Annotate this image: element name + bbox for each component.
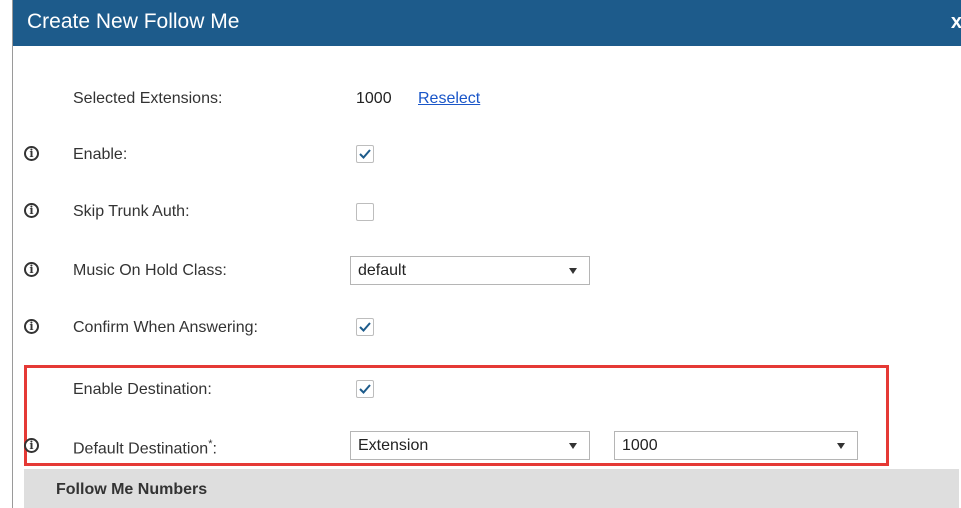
enable-destination-label: Enable Destination:	[73, 381, 212, 398]
chevron-down-icon	[569, 443, 577, 449]
selected-extensions-value: 1000	[356, 90, 392, 107]
chevron-down-icon	[837, 443, 845, 449]
music-on-hold-class-select[interactable]: default	[350, 256, 590, 285]
dialog-titlebar: Create New Follow Me x	[13, 0, 961, 46]
default-destination-type-select[interactable]: Extension	[350, 431, 590, 460]
selected-extensions-label: Selected Extensions:	[73, 90, 223, 107]
enable-checkbox[interactable]	[356, 145, 374, 163]
enable-label: Enable:	[73, 146, 128, 163]
page-edge	[0, 0, 12, 508]
follow-me-numbers-header: Follow Me Numbers	[24, 469, 959, 508]
reselect-link[interactable]: Reselect	[418, 90, 480, 108]
music-on-hold-class-label: Music On Hold Class:	[73, 262, 227, 279]
checkmark-icon	[359, 322, 371, 332]
default-destination-target-value: 1000	[622, 437, 658, 454]
default-destination-target-select[interactable]: 1000	[614, 431, 858, 460]
info-icon[interactable]: i	[24, 262, 39, 277]
skip-trunk-auth-checkbox[interactable]	[356, 203, 374, 221]
label-suffix: :	[212, 440, 217, 458]
dialog-title: Create New Follow Me	[27, 10, 240, 33]
skip-trunk-auth-label: Skip Trunk Auth:	[73, 203, 190, 220]
enable-destination-checkbox[interactable]	[356, 380, 374, 398]
music-on-hold-class-value: default	[358, 262, 407, 279]
confirm-when-answering-checkbox[interactable]	[356, 318, 374, 336]
info-icon[interactable]: i	[24, 146, 39, 161]
info-icon[interactable]: i	[24, 203, 39, 218]
section-title: Follow Me Numbers	[56, 481, 208, 498]
info-icon[interactable]: i	[24, 319, 39, 334]
info-icon[interactable]: i	[24, 438, 39, 453]
checkmark-icon	[359, 384, 371, 394]
default-destination-label-text: Default Destination	[73, 440, 209, 458]
close-button[interactable]: x	[951, 11, 961, 34]
default-destination-label: Default Destination*:	[73, 438, 217, 458]
default-destination-type-value: Extension	[358, 437, 429, 454]
checkmark-icon	[359, 149, 371, 159]
chevron-down-icon	[569, 268, 577, 274]
confirm-when-answering-label: Confirm When Answering:	[73, 319, 258, 336]
